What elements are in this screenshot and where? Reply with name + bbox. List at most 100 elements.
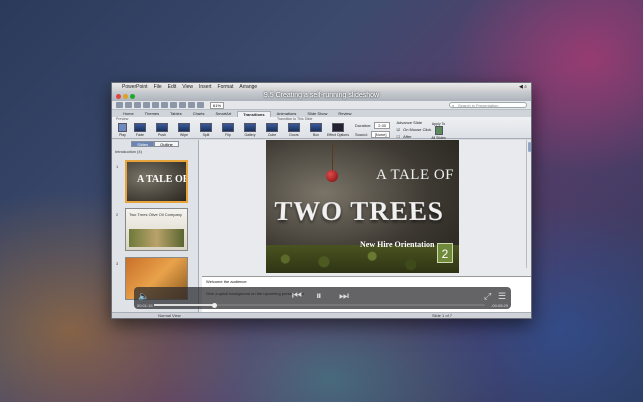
elapsed-time: 00:01:15	[137, 303, 153, 308]
menu-format[interactable]: Format	[218, 84, 234, 90]
all-slides-button[interactable]: Apply To All Slides	[431, 121, 445, 140]
logo-badge: 2	[437, 243, 453, 263]
tab-outline[interactable]: Outline	[154, 141, 179, 147]
transition-push[interactable]: Push	[151, 123, 173, 137]
push-icon	[156, 123, 168, 132]
powerpoint-window: PowerPoint File Edit View Insert Format …	[111, 82, 532, 319]
transition-fade[interactable]: Fade	[129, 123, 151, 137]
transition-label: Fade	[136, 133, 144, 137]
menu-view[interactable]: View	[182, 84, 193, 90]
transition-label: Gallery	[244, 133, 256, 137]
gallery-icon	[244, 123, 256, 132]
section-header[interactable]: Introduction (4)	[112, 149, 198, 154]
timing-options: Duration: 2.00 Sound: [None]	[355, 121, 391, 138]
transition-label: Doors	[289, 133, 299, 137]
transition-doors[interactable]: Doors	[283, 123, 305, 137]
duration-field[interactable]: 2.00	[374, 121, 391, 129]
slide-thumb-image	[129, 229, 184, 247]
transitions-ribbon: Preview Play Transition to This Slide Fa…	[112, 117, 531, 140]
vertical-scrollbar[interactable]	[526, 140, 531, 268]
title-bar: 9.5 Creating a self-running slideshow	[112, 91, 531, 101]
undo-icon[interactable]	[179, 102, 186, 108]
transition-wipe[interactable]: Wipe	[173, 123, 195, 137]
slide-thumb-title: Two Trees Olive Oil Company	[129, 212, 182, 217]
effect-options-icon	[332, 123, 344, 132]
fullscreen-icon[interactable]: ⤢	[484, 291, 491, 302]
transition-flip[interactable]: Flip	[217, 123, 239, 137]
duration-label: Duration:	[355, 122, 372, 128]
search-input[interactable]: ⌕ Search in Presentation	[449, 102, 527, 108]
advance-options: Advance Slide ☑ On Mouse Click ☐ After	[396, 120, 431, 139]
open-icon[interactable]	[125, 102, 132, 108]
scrubber-track[interactable]	[154, 304, 485, 306]
redo-icon[interactable]	[188, 102, 195, 108]
effect-options-button[interactable]: Effect Options	[327, 123, 349, 137]
transition-gallery[interactable]: Gallery	[239, 123, 261, 137]
search-placeholder: Search in Presentation	[458, 103, 499, 108]
pause-button[interactable]: ⏸	[316, 291, 322, 302]
video-player-controls: 🔈 ⏮ ⏸ ⏭ ⤢ ☰ 00:01:15 -00:05:29	[134, 287, 511, 309]
sound-select[interactable]: [None]	[370, 130, 391, 138]
preview-group-label: Preview	[116, 117, 129, 121]
skip-forward-button[interactable]: ⏭	[339, 291, 349, 302]
scrubber-fill	[154, 304, 214, 306]
play-button[interactable]: Play	[116, 123, 129, 137]
slide-thumb-title: A TALE OF TWO TREES	[137, 174, 188, 185]
view-label: Normal View	[158, 313, 181, 318]
view-switcher: Slides Outline	[112, 141, 198, 147]
cherry-image	[326, 170, 338, 182]
slide-title-line1: A TALE OF	[376, 167, 455, 183]
apply-all-icon	[434, 125, 443, 135]
search-icon: ⌕	[452, 103, 455, 108]
slide-thumb-1[interactable]: A TALE OF TWO TREES	[125, 160, 188, 203]
transition-split[interactable]: Split	[195, 123, 217, 137]
copy-icon[interactable]	[161, 102, 168, 108]
after-label: After	[403, 134, 412, 139]
cut-icon[interactable]	[152, 102, 159, 108]
menu-edit[interactable]: Edit	[168, 84, 177, 90]
tab-slides[interactable]: Slides	[131, 141, 155, 147]
effect-options-label: Effect Options	[327, 133, 349, 137]
scroll-thumb[interactable]	[528, 142, 531, 152]
skip-back-button[interactable]: ⏮	[292, 291, 302, 302]
new-icon[interactable]	[116, 102, 123, 108]
current-slide[interactable]: A TALE OF TWO TREES New Hire Orientation…	[266, 140, 459, 273]
paste-icon[interactable]	[170, 102, 177, 108]
play-icon	[118, 123, 127, 132]
slide-number: 3	[116, 261, 119, 266]
print-icon[interactable]	[143, 102, 150, 108]
menu-insert[interactable]: Insert	[199, 84, 212, 90]
save-icon[interactable]	[134, 102, 141, 108]
after-checkbox[interactable]: ☐	[396, 134, 400, 139]
transition-label: Push	[158, 133, 166, 137]
slideshow-icon[interactable]	[197, 102, 204, 108]
slide-number: 2	[116, 212, 119, 217]
all-slides-label: All Slides	[431, 135, 446, 140]
menu-bar: PowerPoint File Edit View Insert Format …	[112, 83, 531, 91]
transition-label: Cube	[267, 133, 277, 137]
slide-number: 1	[116, 164, 119, 169]
zoom-select[interactable]: 61%	[210, 101, 225, 109]
menu-file[interactable]: File	[154, 84, 162, 90]
cube-icon	[266, 123, 278, 132]
play-label: Play	[119, 133, 126, 137]
scrubber-knob[interactable]	[211, 303, 217, 308]
on-mouse-click-label: On Mouse Click	[403, 127, 432, 132]
menu-arrange[interactable]: Arrange	[239, 84, 257, 90]
chapters-icon[interactable]: ☰	[498, 291, 506, 302]
remaining-time: -00:05:29	[491, 303, 508, 308]
on-mouse-click-checkbox[interactable]: ☑	[396, 127, 400, 132]
slide-thumb-2[interactable]: Two Trees Olive Oil Company	[125, 208, 188, 251]
transition-group-label: Transition to This Slide	[277, 117, 313, 121]
transition-label: Flip	[225, 133, 231, 137]
volume-icon[interactable]: 🔈	[138, 291, 149, 302]
menu-extras: ◀ ⌕	[518, 84, 527, 90]
flip-icon	[222, 123, 234, 132]
status-bar: Normal View Slide 1 of 7	[112, 312, 531, 318]
transition-box[interactable]: Box	[305, 123, 327, 137]
transition-cube[interactable]: Cube	[261, 123, 283, 137]
menu-app[interactable]: PowerPoint	[122, 84, 148, 90]
notes-line-1: Welcome the audience	[206, 279, 247, 284]
box-icon	[310, 123, 322, 132]
transition-label: Wipe	[180, 133, 188, 137]
